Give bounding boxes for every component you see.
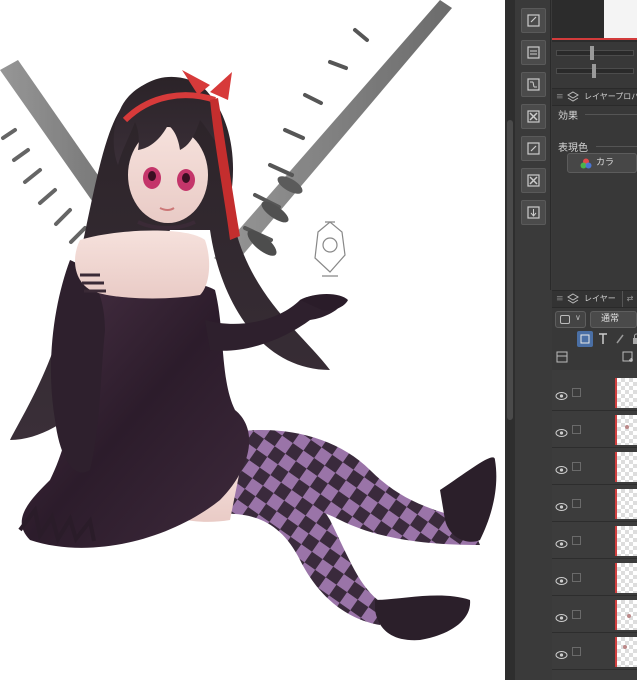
layer-thumbnail bbox=[615, 452, 637, 482]
new-layer-icon[interactable] bbox=[620, 349, 636, 365]
eye-icon[interactable] bbox=[555, 534, 568, 553]
drawing-canvas[interactable] bbox=[0, 0, 505, 680]
grip-icon[interactable]: ≡ bbox=[556, 89, 564, 105]
grip-icon[interactable]: ≡ bbox=[556, 291, 564, 307]
layer-panel-header[interactable]: ≡ レイヤー ⇄ bbox=[552, 290, 637, 308]
eye-icon[interactable] bbox=[555, 423, 568, 442]
eye-icon[interactable] bbox=[555, 645, 568, 664]
layer-lock-checkbox[interactable] bbox=[572, 499, 581, 508]
scrollbar-thumb[interactable] bbox=[507, 120, 513, 420]
clip-layer-icon[interactable] bbox=[577, 331, 593, 347]
rotate-slider-knob[interactable] bbox=[592, 64, 596, 78]
export-icon[interactable] bbox=[521, 200, 546, 225]
layer-lock-checkbox[interactable] bbox=[572, 610, 581, 619]
effect-label: 効果 bbox=[558, 111, 578, 122]
eye-icon[interactable] bbox=[555, 460, 568, 479]
layer-thumbnail bbox=[615, 563, 637, 593]
wing-right bbox=[214, 0, 452, 270]
navigator-view-indicator bbox=[552, 38, 637, 40]
draft-layer-icon[interactable] bbox=[612, 331, 628, 347]
expression-color-divider bbox=[596, 146, 637, 147]
layer-property-body bbox=[552, 106, 637, 290]
other-tab-icon[interactable]: ⇄ bbox=[622, 291, 637, 307]
layer-row[interactable] bbox=[552, 634, 637, 670]
page-icon[interactable] bbox=[521, 40, 546, 65]
merge-icon[interactable] bbox=[521, 72, 546, 97]
layer-lock-checkbox[interactable] bbox=[572, 536, 581, 545]
layer-thumbnail bbox=[615, 415, 637, 445]
navigator-preview[interactable] bbox=[552, 0, 637, 42]
chevron-down-icon: ∨ bbox=[575, 313, 581, 322]
delete-icon[interactable] bbox=[521, 104, 546, 129]
expression-color-label: 表現色 bbox=[558, 143, 588, 154]
eye-icon[interactable] bbox=[555, 497, 568, 516]
layer-thumbnail bbox=[615, 489, 637, 519]
layer-row[interactable] bbox=[552, 412, 637, 448]
eye-icon[interactable] bbox=[555, 386, 568, 405]
layer-row[interactable] bbox=[552, 449, 637, 485]
navigator-controls bbox=[552, 42, 637, 88]
zoom-slider-knob[interactable] bbox=[590, 46, 594, 60]
layer-row[interactable] bbox=[552, 523, 637, 559]
canvas-scrollbar[interactable] bbox=[505, 0, 515, 680]
lock-icon[interactable] bbox=[628, 331, 637, 347]
color-button[interactable]: カラ bbox=[567, 153, 637, 173]
layer-row[interactable] bbox=[552, 375, 637, 411]
layer-lock-checkbox[interactable] bbox=[572, 647, 581, 656]
illustration bbox=[0, 0, 497, 641]
layer-lock-checkbox[interactable] bbox=[572, 388, 581, 397]
layer-property-tab[interactable]: レイヤープロパ bbox=[584, 89, 637, 105]
layer-tab[interactable]: レイヤー bbox=[584, 291, 616, 307]
color-button-label: カラ bbox=[596, 158, 615, 168]
edit-icon[interactable] bbox=[521, 136, 546, 161]
eye-icon[interactable] bbox=[555, 571, 568, 590]
layer-lock-checkbox[interactable] bbox=[572, 462, 581, 471]
new-page-icon[interactable] bbox=[521, 8, 546, 33]
layer-row[interactable] bbox=[552, 597, 637, 633]
layer-lock-checkbox[interactable] bbox=[572, 573, 581, 582]
soul-gem-sketch bbox=[314, 221, 346, 277]
zoom-slider[interactable] bbox=[556, 50, 634, 56]
layer-row[interactable] bbox=[552, 486, 637, 522]
layer-lock-checkbox[interactable] bbox=[572, 425, 581, 434]
reference-layer-icon[interactable] bbox=[595, 331, 611, 347]
blend-mode-select[interactable]: 通常 bbox=[590, 311, 637, 328]
layer-color-swatch bbox=[560, 315, 570, 324]
navigator-thumbnail bbox=[604, 0, 637, 38]
layer-color-select[interactable]: ∨ bbox=[555, 311, 586, 328]
layer-thumbnail bbox=[615, 526, 637, 556]
blend-mode-value: 通常 bbox=[601, 314, 620, 324]
eye-icon[interactable] bbox=[555, 608, 568, 627]
color-wheel-icon bbox=[580, 158, 592, 172]
layer-row[interactable] bbox=[552, 560, 637, 596]
layer-tool-column bbox=[515, 0, 551, 290]
effect-divider bbox=[585, 114, 637, 115]
layer-thumbnail bbox=[615, 600, 637, 630]
layer-thumbnail bbox=[615, 637, 637, 667]
layer-property-header[interactable]: ≡ レイヤープロパ bbox=[552, 88, 637, 106]
layer-panel-menu-icon[interactable] bbox=[554, 349, 570, 365]
close-box-icon[interactable] bbox=[521, 168, 546, 193]
layer-list[interactable] bbox=[552, 370, 637, 680]
layer-thumbnail bbox=[615, 378, 637, 408]
